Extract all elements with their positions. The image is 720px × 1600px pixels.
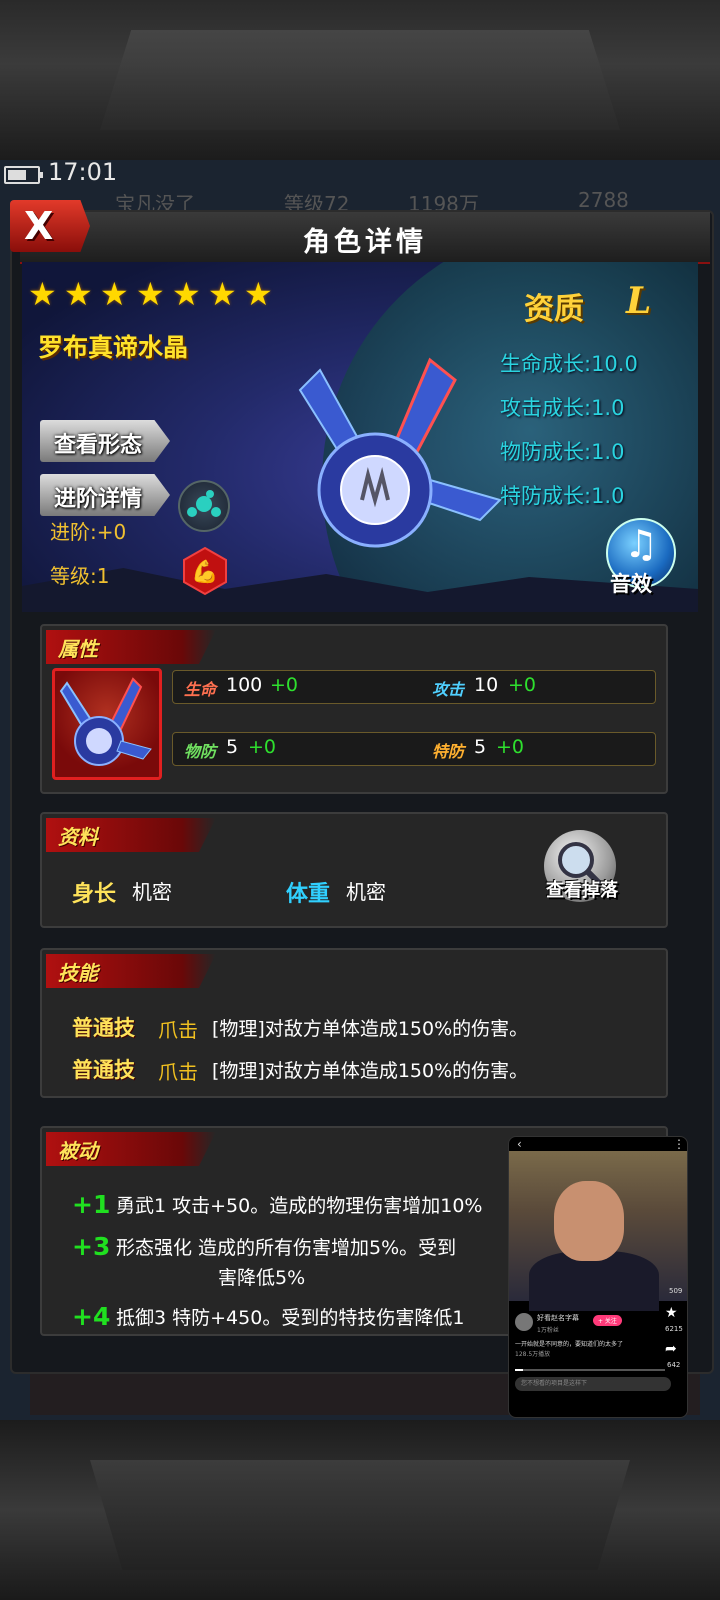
- star-rating: ★ ★ ★ ★ ★ ★ ★: [28, 278, 276, 310]
- window-title: 角色详情: [303, 227, 427, 258]
- profile-title: 资料: [58, 825, 98, 849]
- pip-count-3: 642: [667, 1361, 681, 1369]
- skill-1-desc: [物理]对敌方单体造成150%的伤害。: [212, 1018, 529, 1040]
- advance-orb-icon[interactable]: [178, 480, 230, 532]
- passive-2-level: +3: [72, 1232, 111, 1261]
- sdef-icon: 特防: [432, 742, 465, 761]
- passive-3-text: 抵御3 特防+450。受到的特技伤害降低1: [116, 1307, 465, 1329]
- passive-title: 被动: [58, 1139, 98, 1163]
- view-drops-label: 查看掉落: [546, 880, 618, 901]
- passive-2-text-cont: 害降低5%: [218, 1267, 306, 1289]
- passive-1-text: 勇武1 攻击+50。造成的物理伤害增加10%: [116, 1195, 483, 1217]
- pip-avatar[interactable]: [515, 1313, 533, 1331]
- skill-2-desc: [物理]对敌方单体造成150%的伤害。: [212, 1060, 529, 1082]
- portrait-icon: [59, 677, 152, 766]
- pdef-icon: 物防: [184, 742, 217, 761]
- weight-value: 机密: [346, 880, 386, 904]
- aptitude-label: 资质: [524, 292, 584, 327]
- star-icon: ★: [208, 275, 237, 313]
- skills-tab: 技能: [46, 954, 216, 988]
- close-button[interactable]: X: [10, 200, 90, 252]
- star-icon: ★: [136, 275, 165, 313]
- pip-count-1: 509: [669, 1287, 683, 1295]
- pip-fans: 1万粉丝: [537, 1327, 559, 1334]
- pip-progress[interactable]: [515, 1369, 665, 1371]
- skill-1-name: 爪击: [158, 1018, 198, 1042]
- pip-more-icon[interactable]: ⋮: [673, 1137, 685, 1151]
- view-form-label: 查看形态: [54, 433, 143, 458]
- device-frame-top: [0, 0, 720, 160]
- floating-video-window[interactable]: ‹ ⋮ 509 ★ 6215 ➦ 642 好看赵名字幕 1万粉丝 + 关注 一开…: [508, 1136, 688, 1418]
- attributes-title: 属性: [58, 637, 98, 661]
- star-icon: ★: [172, 275, 201, 313]
- music-note-icon: ♫: [624, 522, 659, 566]
- bg-gems: 2788: [578, 188, 629, 212]
- device-frame-bottom: [0, 1420, 720, 1600]
- pip-follow-button[interactable]: + 关注: [593, 1315, 622, 1326]
- star-icon: ★: [28, 275, 57, 313]
- attributes-tab: 属性: [46, 630, 216, 664]
- growth-pdef: 物防成长:1.0: [500, 440, 625, 464]
- weight-label: 体重: [286, 882, 331, 907]
- battery-icon: [4, 166, 43, 184]
- skill-2-kind: 普通技: [72, 1058, 135, 1082]
- growth-atk: 攻击成长:1.0: [500, 396, 625, 420]
- pip-share-icon[interactable]: ➦: [665, 1341, 677, 1357]
- atk-value: 10: [474, 674, 499, 696]
- pip-views: 128.5万播放: [515, 1351, 551, 1358]
- pip-video[interactable]: [509, 1151, 687, 1311]
- pip-caption: 一开始就是不同意的，要知道们的太多了: [515, 1341, 624, 1348]
- star-icon: ★: [100, 275, 129, 313]
- character-level: 等级:1: [50, 564, 110, 588]
- pip-star-icon[interactable]: ★: [665, 1305, 678, 1321]
- passive-1-level: +1: [72, 1190, 111, 1219]
- profile-tab: 资料: [46, 818, 216, 852]
- pip-count-2: 6215: [665, 1325, 683, 1333]
- hp-plus: +0: [270, 674, 299, 696]
- atk-plus: +0: [508, 674, 537, 696]
- character-name: 罗布真谛水晶: [38, 333, 189, 362]
- strength-icon[interactable]: 💪: [180, 546, 230, 596]
- sdef-value: 5: [474, 736, 487, 758]
- height-value: 机密: [132, 880, 172, 904]
- svg-text:💪: 💪: [191, 559, 218, 585]
- advance-level: 进阶:+0: [50, 520, 127, 544]
- pip-comment-input[interactable]: 您不想看的项目是这样下: [515, 1377, 671, 1391]
- growth-sdef: 特防成长:1.0: [500, 484, 625, 508]
- pip-channel: 好看赵名字幕: [537, 1314, 579, 1322]
- passive-3-level: +4: [72, 1302, 111, 1331]
- stat-row-2: [172, 732, 656, 766]
- skill-1-kind: 普通技: [72, 1016, 135, 1040]
- character-portrait[interactable]: [52, 668, 162, 780]
- passive-tab: 被动: [46, 1132, 216, 1166]
- pdef-plus: +0: [248, 736, 277, 758]
- growth-hp: 生命成长:10.0: [500, 352, 638, 376]
- advance-detail-label: 进阶详情: [54, 487, 143, 512]
- title-bar: 角色详情: [20, 212, 710, 264]
- skills-title: 技能: [58, 961, 98, 985]
- hp-icon: 生命: [184, 680, 217, 699]
- pip-back-icon[interactable]: ‹: [517, 1137, 522, 1151]
- sound-effect-label: 音效: [610, 572, 652, 596]
- skill-2-name: 爪击: [158, 1060, 198, 1084]
- height-label: 身长: [72, 882, 117, 907]
- star-icon: ★: [64, 275, 93, 313]
- view-form-button[interactable]: 查看形态: [40, 420, 170, 462]
- passive-2-text: 形态强化 造成的所有伤害增加5%。受到: [116, 1237, 457, 1259]
- pdef-value: 5: [226, 736, 239, 758]
- advance-detail-button[interactable]: 进阶详情: [40, 474, 170, 516]
- atk-icon: 攻击: [432, 680, 465, 699]
- sdef-plus: +0: [496, 736, 525, 758]
- aptitude-value: L: [626, 280, 652, 322]
- molecule-icon: [187, 490, 221, 517]
- status-bar: 17:01: [0, 158, 720, 188]
- star-icon: ★: [244, 275, 273, 313]
- hp-value: 100: [226, 674, 263, 696]
- close-icon: X: [24, 204, 54, 248]
- character-illustration: [298, 357, 502, 548]
- status-time: 17:01: [48, 158, 118, 186]
